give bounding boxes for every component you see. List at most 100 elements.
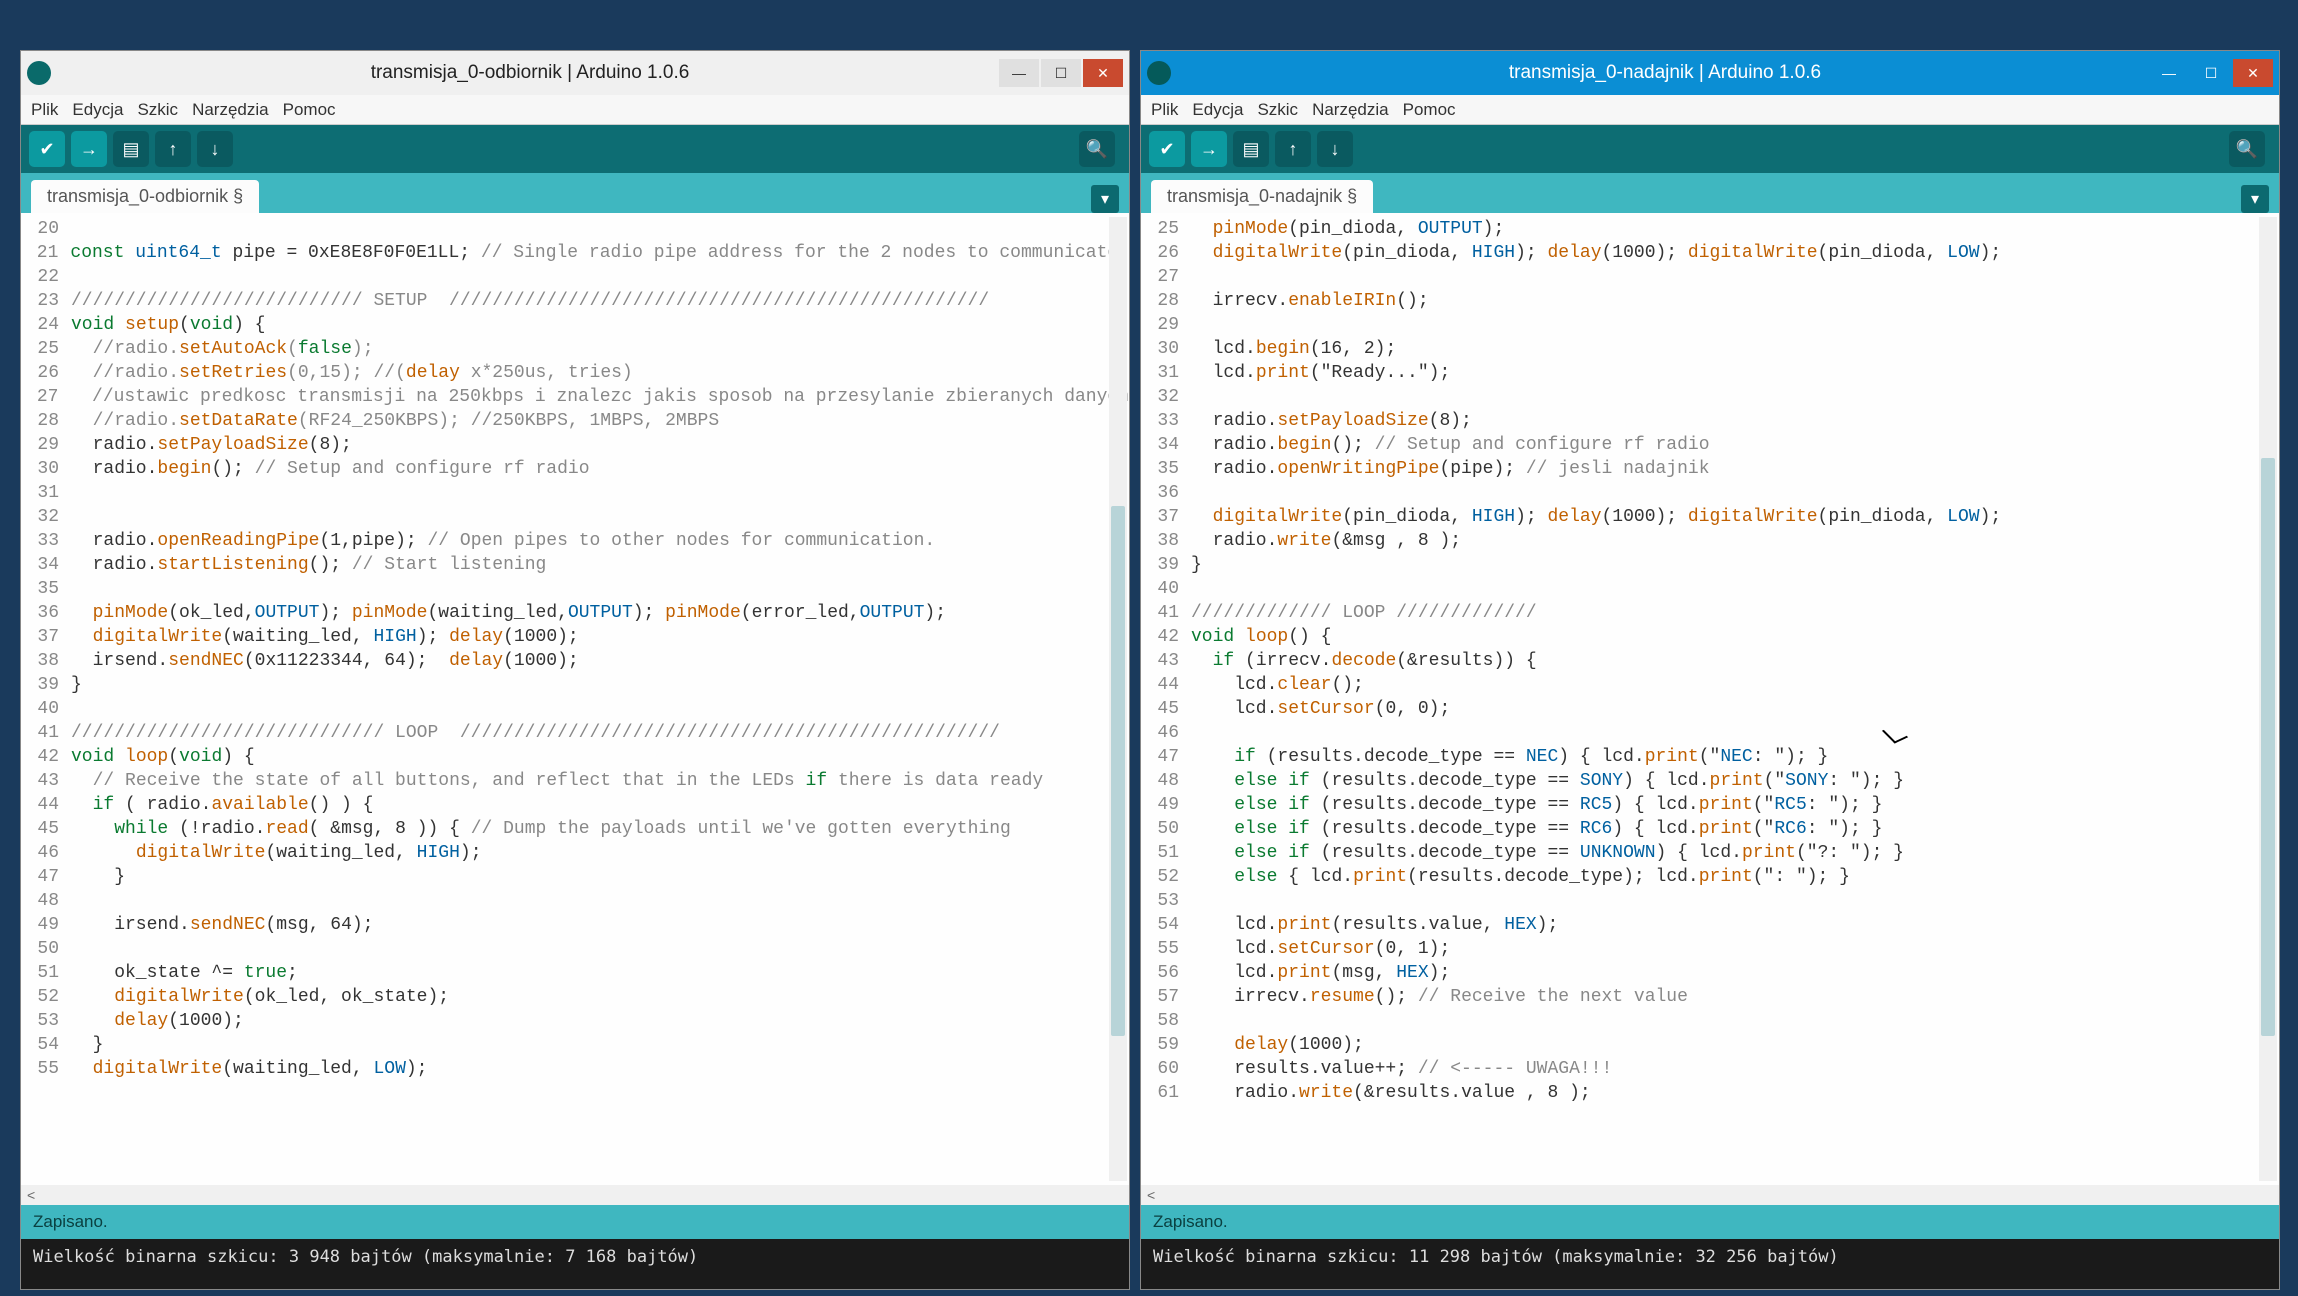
menu-pomoc[interactable]: Pomoc xyxy=(283,100,336,120)
code-line[interactable]: 31 xyxy=(21,481,1129,505)
tab-menu-button[interactable]: ▾ xyxy=(1091,185,1119,213)
code-line[interactable]: 35 radio.openWritingPipe(pipe); // jesli… xyxy=(1141,457,2279,481)
code-line[interactable]: 30 radio.begin(); // Setup and configure… xyxy=(21,457,1129,481)
code-line[interactable]: 25 //radio.setAutoAck(false); xyxy=(21,337,1129,361)
code-line[interactable]: 49 else if (results.decode_type == RC5) … xyxy=(1141,793,2279,817)
menu-narzędzia[interactable]: Narzędzia xyxy=(1312,100,1389,120)
code-line[interactable]: 23/////////////////////////// SETUP ////… xyxy=(21,289,1129,313)
minimize-button[interactable]: — xyxy=(2149,59,2189,87)
code-line[interactable]: 43 // Receive the state of all buttons, … xyxy=(21,769,1129,793)
upload-button[interactable]: → xyxy=(71,131,107,167)
serial-monitor-button[interactable]: 🔍 xyxy=(1079,131,1115,167)
code-line[interactable]: 57 irrecv.resume(); // Receive the next … xyxy=(1141,985,2279,1009)
code-line[interactable]: 25 pinMode(pin_dioda, OUTPUT); xyxy=(1141,217,2279,241)
code-line[interactable]: 37 digitalWrite(pin_dioda, HIGH); delay(… xyxy=(1141,505,2279,529)
menu-edycja[interactable]: Edycja xyxy=(1192,100,1243,120)
minimize-button[interactable]: — xyxy=(999,59,1039,87)
code-line[interactable]: 30 lcd.begin(16, 2); xyxy=(1141,337,2279,361)
code-line[interactable]: 55 lcd.setCursor(0, 1); xyxy=(1141,937,2279,961)
code-line[interactable]: 58 xyxy=(1141,1009,2279,1033)
code-line[interactable]: 26 //radio.setRetries(0,15); //(delay x*… xyxy=(21,361,1129,385)
code-line[interactable]: 39} xyxy=(21,673,1129,697)
code-line[interactable]: 26 digitalWrite(pin_dioda, HIGH); delay(… xyxy=(1141,241,2279,265)
code-line[interactable]: 51 ok_state ^= true; xyxy=(21,961,1129,985)
code-line[interactable]: 42void loop(void) { xyxy=(21,745,1129,769)
code-line[interactable]: 47 if (results.decode_type == NEC) { lcd… xyxy=(1141,745,2279,769)
code-line[interactable]: 54 } xyxy=(21,1033,1129,1057)
code-line[interactable]: 28 //radio.setDataRate(RF24_250KBPS); //… xyxy=(21,409,1129,433)
code-line[interactable]: 32 xyxy=(1141,385,2279,409)
code-line[interactable]: 24void setup(void) { xyxy=(21,313,1129,337)
code-line[interactable]: 50 xyxy=(21,937,1129,961)
save-button[interactable]: ↓ xyxy=(197,131,233,167)
code-line[interactable]: 60 results.value++; // <----- UWAGA!!! xyxy=(1141,1057,2279,1081)
code-line[interactable]: 59 delay(1000); xyxy=(1141,1033,2279,1057)
maximize-button[interactable]: ☐ xyxy=(2191,59,2231,87)
menu-plik[interactable]: Plik xyxy=(1151,100,1178,120)
code-line[interactable]: 45 while (!radio.read( &msg, 8 )) { // D… xyxy=(21,817,1129,841)
code-line[interactable]: 20 xyxy=(21,217,1129,241)
code-line[interactable]: 21const uint64_t pipe = 0xE8E8F0F0E1LL; … xyxy=(21,241,1129,265)
code-line[interactable]: 40 xyxy=(1141,577,2279,601)
code-editor-left[interactable]: 2021const uint64_t pipe = 0xE8E8F0F0E1LL… xyxy=(21,213,1129,1185)
horizontal-scrollbar[interactable]: < xyxy=(21,1185,1129,1205)
titlebar-right[interactable]: transmisja_0-nadajnik | Arduino 1.0.6 — … xyxy=(1141,51,2279,95)
code-line[interactable]: 33 radio.setPayloadSize(8); xyxy=(1141,409,2279,433)
code-line[interactable]: 32 xyxy=(21,505,1129,529)
serial-monitor-button[interactable]: 🔍 xyxy=(2229,131,2265,167)
upload-button[interactable]: → xyxy=(1191,131,1227,167)
menu-szkic[interactable]: Szkic xyxy=(137,100,178,120)
code-line[interactable]: 29 xyxy=(1141,313,2279,337)
code-line[interactable]: 46 xyxy=(1141,721,2279,745)
code-line[interactable]: 41///////////// LOOP ///////////// xyxy=(1141,601,2279,625)
code-line[interactable]: 56 lcd.print(msg, HEX); xyxy=(1141,961,2279,985)
code-line[interactable]: 48 xyxy=(21,889,1129,913)
titlebar-left[interactable]: transmisja_0-odbiornik | Arduino 1.0.6 —… xyxy=(21,51,1129,95)
open-button[interactable]: ↑ xyxy=(155,131,191,167)
code-line[interactable]: 39} xyxy=(1141,553,2279,577)
close-button[interactable]: ✕ xyxy=(2233,59,2273,87)
vertical-scrollbar[interactable] xyxy=(2259,217,2277,1181)
close-button[interactable]: ✕ xyxy=(1083,59,1123,87)
code-line[interactable]: 40 xyxy=(21,697,1129,721)
code-line[interactable]: 27 //ustawic predkosc transmisji na 250k… xyxy=(21,385,1129,409)
code-line[interactable]: 43 if (irrecv.decode(&results)) { xyxy=(1141,649,2279,673)
code-line[interactable]: 52 else { lcd.print(results.decode_type)… xyxy=(1141,865,2279,889)
code-line[interactable]: 61 radio.write(&results.value , 8 ); xyxy=(1141,1081,2279,1105)
menu-szkic[interactable]: Szkic xyxy=(1257,100,1298,120)
code-line[interactable]: 42void loop() { xyxy=(1141,625,2279,649)
code-line[interactable]: 54 lcd.print(results.value, HEX); xyxy=(1141,913,2279,937)
code-line[interactable]: 27 xyxy=(1141,265,2279,289)
code-line[interactable]: 36 xyxy=(1141,481,2279,505)
sketch-tab-left[interactable]: transmisja_0-odbiornik § xyxy=(31,180,259,213)
sketch-tab-right[interactable]: transmisja_0-nadajnik § xyxy=(1151,180,1373,213)
new-button[interactable]: ▤ xyxy=(1233,131,1269,167)
code-line[interactable]: 49 irsend.sendNEC(msg, 64); xyxy=(21,913,1129,937)
code-line[interactable]: 53 delay(1000); xyxy=(21,1009,1129,1033)
menu-plik[interactable]: Plik xyxy=(31,100,58,120)
maximize-button[interactable]: ☐ xyxy=(1041,59,1081,87)
code-line[interactable]: 48 else if (results.decode_type == SONY)… xyxy=(1141,769,2279,793)
menu-narzędzia[interactable]: Narzędzia xyxy=(192,100,269,120)
code-line[interactable]: 53 xyxy=(1141,889,2279,913)
menu-pomoc[interactable]: Pomoc xyxy=(1403,100,1456,120)
code-line[interactable]: 55 digitalWrite(waiting_led, LOW); xyxy=(21,1057,1129,1081)
code-line[interactable]: 33 radio.openReadingPipe(1,pipe); // Ope… xyxy=(21,529,1129,553)
new-button[interactable]: ▤ xyxy=(113,131,149,167)
code-line[interactable]: 51 else if (results.decode_type == UNKNO… xyxy=(1141,841,2279,865)
code-line[interactable]: 41///////////////////////////// LOOP ///… xyxy=(21,721,1129,745)
code-line[interactable]: 46 digitalWrite(waiting_led, HIGH); xyxy=(21,841,1129,865)
code-line[interactable]: 37 digitalWrite(waiting_led, HIGH); dela… xyxy=(21,625,1129,649)
code-line[interactable]: 31 lcd.print("Ready..."); xyxy=(1141,361,2279,385)
code-line[interactable]: 44 if ( radio.available() ) { xyxy=(21,793,1129,817)
code-line[interactable]: 34 radio.startListening(); // Start list… xyxy=(21,553,1129,577)
code-line[interactable]: 52 digitalWrite(ok_led, ok_state); xyxy=(21,985,1129,1009)
code-line[interactable]: 29 radio.setPayloadSize(8); xyxy=(21,433,1129,457)
code-line[interactable]: 22 xyxy=(21,265,1129,289)
save-button[interactable]: ↓ xyxy=(1317,131,1353,167)
horizontal-scrollbar[interactable]: < xyxy=(1141,1185,2279,1205)
vertical-scrollbar[interactable] xyxy=(1109,217,1127,1181)
code-line[interactable]: 38 radio.write(&msg , 8 ); xyxy=(1141,529,2279,553)
code-line[interactable]: 45 lcd.setCursor(0, 0); xyxy=(1141,697,2279,721)
code-editor-right[interactable]: 25 pinMode(pin_dioda, OUTPUT);26 digital… xyxy=(1141,213,2279,1185)
